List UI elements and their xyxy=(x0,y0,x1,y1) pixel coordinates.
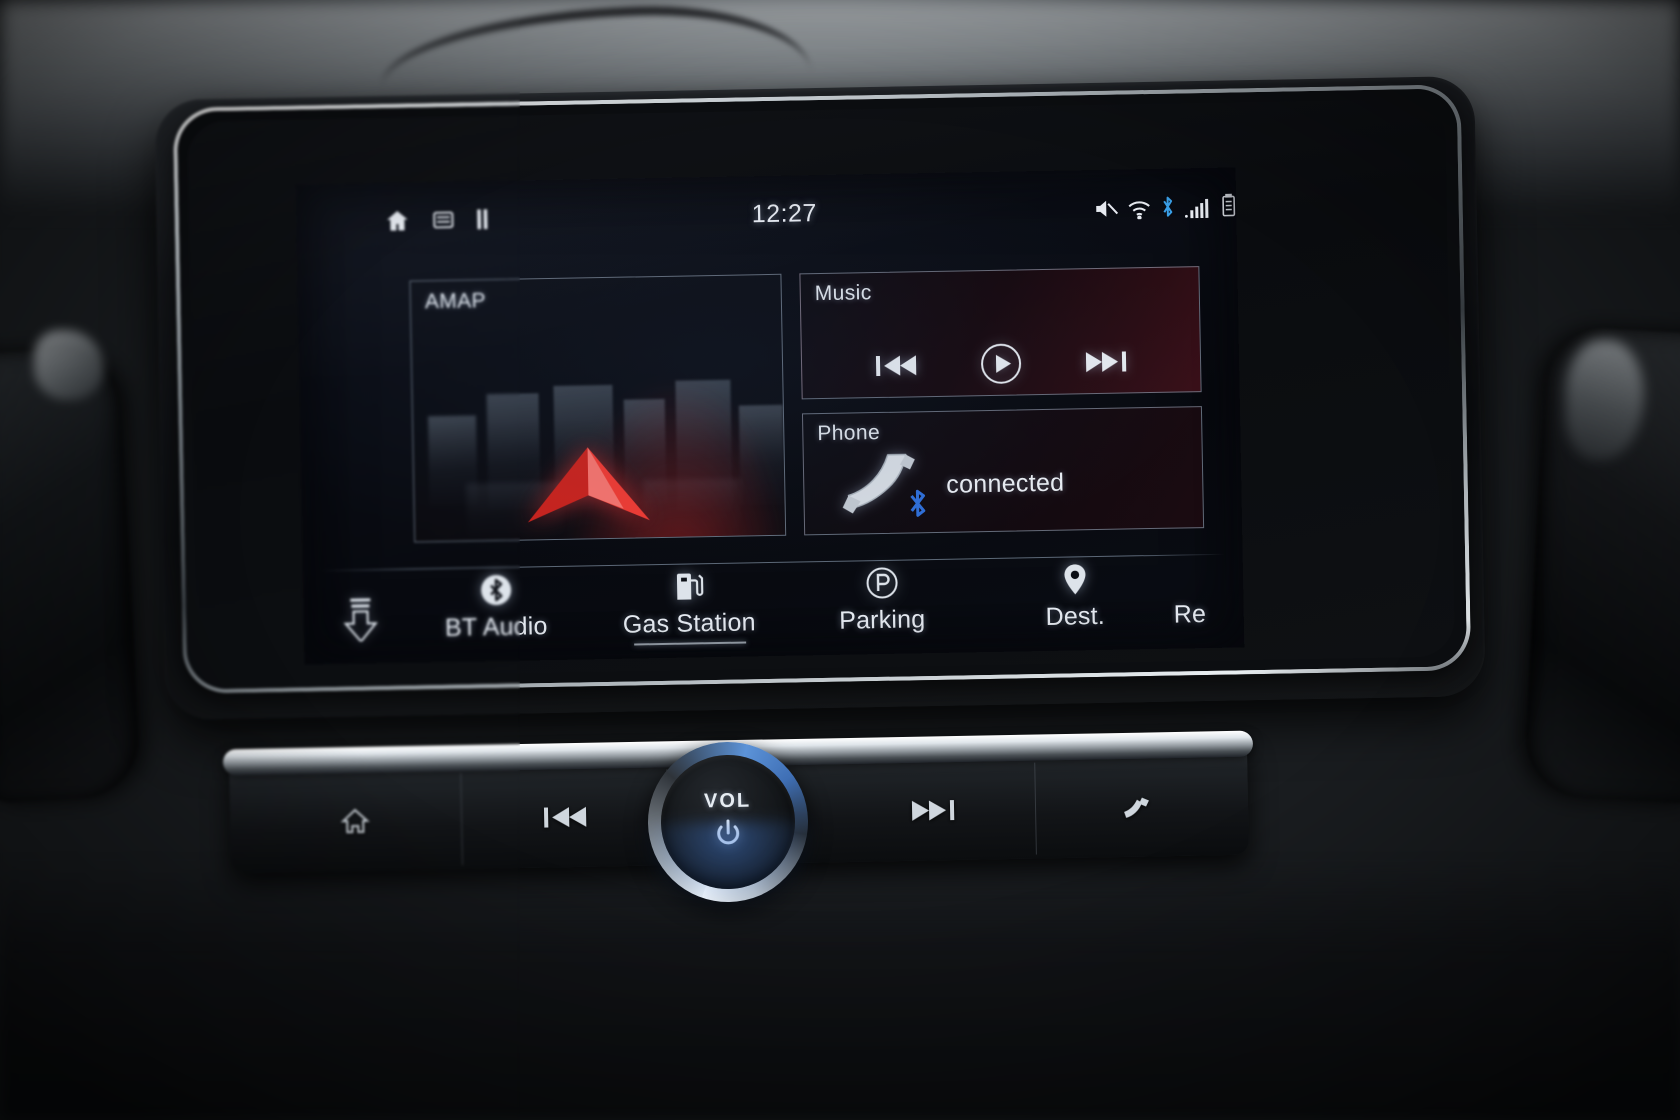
next-hard-button[interactable] xyxy=(829,762,1037,859)
bluetooth-icon xyxy=(906,486,929,520)
widget-amap-title: AMAP xyxy=(424,289,487,314)
status-bar: 12:27 xyxy=(384,182,1236,245)
dashboard-scene: 12:27 AMAP Music Phone connected BT Audi… xyxy=(0,0,1680,1120)
map-canvas xyxy=(410,275,787,543)
volume-knob[interactable]: VOL xyxy=(640,740,818,914)
shortcut-bt-audio[interactable]: BT Audio xyxy=(399,571,593,644)
shortcut-clipped-icon xyxy=(1171,561,1172,595)
infotainment-screen[interactable]: 12:27 AMAP Music Phone connected BT Audi… xyxy=(295,167,1245,665)
shortcut-label: BT Audio xyxy=(444,612,548,642)
music-controls xyxy=(802,339,1201,388)
navigation-arrow-icon xyxy=(524,428,652,531)
shortcut-label: Re xyxy=(1173,600,1207,629)
previous-hard-button[interactable] xyxy=(461,769,669,866)
widget-phone[interactable]: Phone connected xyxy=(801,406,1205,536)
next-track-icon[interactable] xyxy=(1085,348,1127,375)
mute-icon[interactable] xyxy=(1094,198,1119,220)
shortcut-bar: BT Audio Gas Station Parking Dest. Re xyxy=(321,559,1244,660)
shortcut-label: Parking xyxy=(838,605,926,635)
widget-music[interactable]: Music xyxy=(799,266,1202,400)
bluetooth-icon[interactable] xyxy=(1160,195,1175,219)
gas-pump-icon xyxy=(671,569,706,604)
call-hard-button[interactable] xyxy=(1035,759,1237,855)
home-hard-button[interactable] xyxy=(247,773,463,869)
map-pin-icon xyxy=(1057,562,1092,597)
pull-down-arrow-icon[interactable] xyxy=(321,575,400,642)
power-icon[interactable] xyxy=(713,819,744,855)
previous-track-icon[interactable] xyxy=(875,352,917,379)
play-icon[interactable] xyxy=(980,342,1023,385)
shortcut-gas-station[interactable]: Gas Station xyxy=(592,568,786,641)
dashboard-lower-surface xyxy=(0,860,1680,1120)
air-vent-left xyxy=(0,346,142,804)
volume-knob-label: VOL xyxy=(703,789,752,813)
widget-music-title: Music xyxy=(814,281,872,306)
battery-icon xyxy=(1221,193,1236,217)
shortcut-label: Dest. xyxy=(1045,601,1106,631)
parking-circle-icon xyxy=(864,566,899,601)
clock: 12:27 xyxy=(751,198,818,228)
signal-bars-icon xyxy=(1184,196,1212,219)
phone-status: connected xyxy=(946,468,1065,499)
shortcut-label: Gas Station xyxy=(622,608,756,639)
shortcut-parking[interactable]: Parking xyxy=(785,564,979,637)
wifi-icon[interactable] xyxy=(1127,200,1151,220)
bluetooth-circle-icon xyxy=(478,573,513,608)
shortcut-clipped[interactable]: Re xyxy=(1171,559,1244,629)
widget-grid: AMAP Music Phone connected xyxy=(409,266,1205,548)
phone-handset-icon xyxy=(842,448,926,523)
shortcut-destination[interactable]: Dest. xyxy=(978,561,1172,634)
widget-amap[interactable]: AMAP xyxy=(409,273,787,543)
